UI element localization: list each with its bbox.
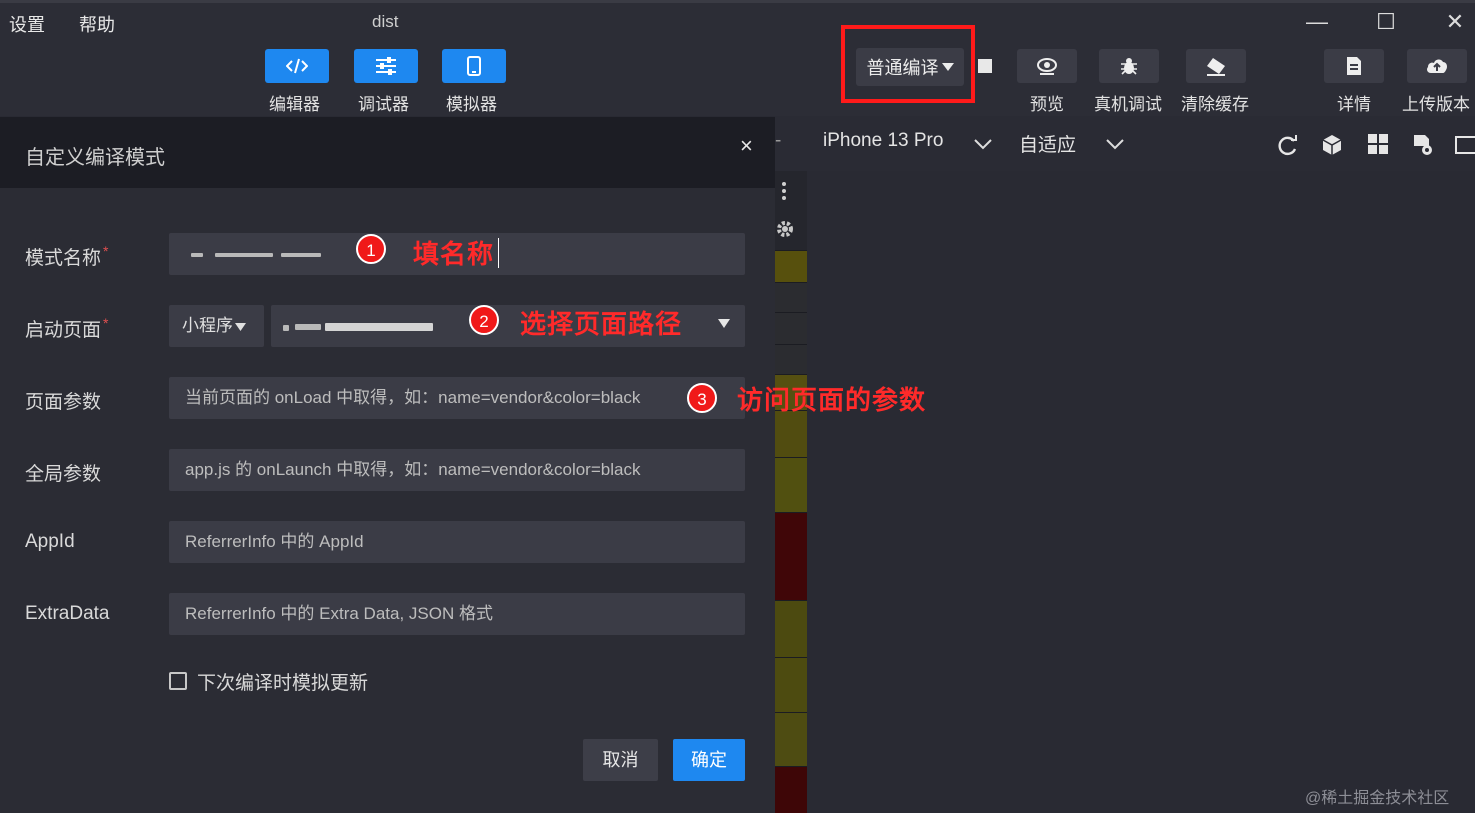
dialog-header: 自定义编译模式 × bbox=[0, 117, 775, 188]
strip-segment bbox=[775, 600, 807, 657]
eye-icon bbox=[1037, 58, 1057, 75]
strip-segment bbox=[775, 344, 807, 374]
upload-label: 上传版本 bbox=[1402, 95, 1470, 114]
strip-segment bbox=[775, 766, 807, 813]
details-button[interactable] bbox=[1324, 49, 1384, 83]
sliders-icon bbox=[376, 57, 396, 75]
strip-segment bbox=[775, 457, 807, 512]
strip-segment bbox=[775, 657, 807, 712]
maximize-button[interactable]: ☐ bbox=[1371, 9, 1401, 35]
remote-debug-button[interactable] bbox=[1099, 49, 1159, 83]
annotation-text-2: 选择页面路径 bbox=[520, 310, 683, 340]
chevron-down-icon[interactable] bbox=[972, 133, 994, 155]
page-params-input[interactable]: 当前页面的 onLoad 中取得，如：name=vendor&color=bla… bbox=[169, 377, 745, 419]
close-window-button[interactable]: ✕ bbox=[1440, 9, 1470, 35]
upload-button[interactable] bbox=[1407, 49, 1467, 83]
preview-button[interactable] bbox=[1017, 49, 1077, 83]
simulate-update-checkbox[interactable] bbox=[169, 672, 187, 690]
phone-icon bbox=[467, 56, 481, 76]
strip-segment bbox=[775, 410, 807, 457]
strip-segment bbox=[775, 312, 807, 344]
annotation-marker-3: 3 bbox=[687, 383, 717, 413]
caret-down-icon bbox=[235, 323, 246, 331]
appid-label: AppId bbox=[25, 531, 75, 552]
annotation-text-3: 访问页面的参数 bbox=[737, 386, 927, 416]
strip-segment bbox=[775, 712, 807, 766]
file-settings-icon[interactable] bbox=[1412, 134, 1434, 156]
divider-dash: - bbox=[775, 130, 782, 151]
simulate-update-label: 下次编译时模拟更新 bbox=[197, 673, 369, 694]
global-params-input[interactable]: app.js 的 onLaunch 中取得，如：name=vendor&colo… bbox=[169, 449, 745, 491]
watermark: @稀土掘金技术社区 bbox=[1305, 790, 1450, 807]
editor-button[interactable] bbox=[265, 49, 329, 83]
code-icon bbox=[286, 58, 308, 74]
custom-compile-dialog: 自定义编译模式 × 模式名称 * 启动页面 * 小程序 页面参数 当前页面的 onL… bbox=[0, 117, 775, 813]
debugger-button[interactable] bbox=[354, 49, 418, 83]
highlight-box bbox=[841, 25, 975, 103]
cube-icon[interactable] bbox=[1321, 134, 1343, 156]
menu-help[interactable]: 帮助 bbox=[79, 11, 115, 37]
strip-segment bbox=[775, 512, 807, 600]
bug-icon bbox=[1121, 58, 1137, 75]
global-params-label: 全局参数 bbox=[25, 464, 102, 485]
dialog-title: 自定义编译模式 bbox=[25, 147, 165, 169]
gear-icon[interactable] bbox=[775, 219, 795, 239]
confirm-button[interactable]: 确定 bbox=[673, 739, 745, 781]
simulator-label: 模拟器 bbox=[446, 95, 497, 114]
simulator-toolbar: - iPhone 13 Pro 自适应 bbox=[775, 116, 1475, 171]
minimize-button[interactable]: — bbox=[1302, 9, 1332, 35]
annotation-marker-2: 2 bbox=[469, 305, 499, 335]
stop-icon[interactable] bbox=[978, 59, 992, 73]
window-title: dist bbox=[372, 12, 399, 31]
window-icon[interactable] bbox=[1455, 134, 1475, 156]
preview-label: 预览 bbox=[1030, 95, 1064, 114]
strip-segment bbox=[775, 282, 807, 312]
extra-data-label: ExtraData bbox=[25, 603, 110, 624]
page-params-label: 页面参数 bbox=[25, 392, 102, 413]
close-icon[interactable]: × bbox=[740, 133, 753, 159]
mode-name-label: 模式名称 * bbox=[25, 243, 109, 269]
cloud-upload-icon bbox=[1427, 59, 1447, 73]
strip-segment bbox=[775, 250, 807, 282]
launch-type-value: 小程序 bbox=[182, 316, 233, 335]
clear-cache-button[interactable] bbox=[1186, 49, 1246, 83]
grid-icon[interactable] bbox=[1367, 133, 1389, 155]
details-label: 详情 bbox=[1337, 95, 1371, 114]
text-cursor bbox=[498, 238, 499, 268]
annotation-marker-1: 1 bbox=[356, 234, 386, 264]
annotation-text-1: 填名称 bbox=[413, 240, 495, 270]
extra-data-input[interactable]: ReferrerInfo 中的 Extra Data, JSON 格式 bbox=[169, 593, 745, 635]
launch-page-label: 启动页面 * bbox=[25, 315, 109, 341]
simulator-button[interactable] bbox=[442, 49, 506, 83]
document-icon bbox=[1347, 57, 1361, 75]
refresh-icon[interactable] bbox=[1277, 135, 1299, 157]
debugger-label: 调试器 bbox=[358, 95, 409, 114]
appid-input[interactable]: ReferrerInfo 中的 AppId bbox=[169, 521, 745, 563]
launch-type-select[interactable]: 小程序 bbox=[169, 305, 264, 347]
top-toolbar: 设置 帮助 dist — ☐ ✕ 编辑器 调试器 模拟器 普通编译 预览 真机调… bbox=[0, 0, 1475, 116]
menu-settings[interactable]: 设置 bbox=[9, 11, 45, 37]
clear-cache-label: 清除缓存 bbox=[1181, 95, 1249, 114]
editor-label: 编辑器 bbox=[269, 95, 320, 114]
dropdown-arrow-icon bbox=[718, 319, 730, 328]
zoom-select[interactable]: 自适应 bbox=[1019, 130, 1076, 157]
cancel-button[interactable]: 取消 bbox=[583, 739, 658, 781]
remote-debug-label: 真机调试 bbox=[1094, 95, 1162, 114]
device-select[interactable]: iPhone 13 Pro bbox=[823, 130, 943, 152]
more-vertical-icon[interactable] bbox=[781, 181, 787, 201]
side-strip bbox=[775, 171, 807, 813]
eraser-icon bbox=[1207, 58, 1225, 76]
chevron-down-icon[interactable] bbox=[1104, 133, 1126, 155]
